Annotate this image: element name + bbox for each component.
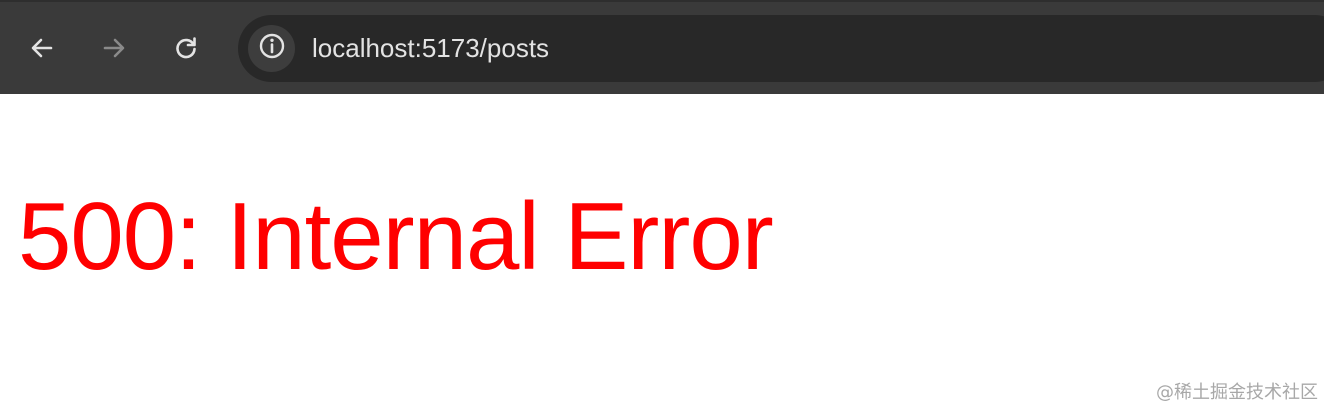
watermark: @稀土掘金技术社区 [1156,382,1318,403]
url-text[interactable]: localhost:5173/posts [312,32,549,64]
info-circle-icon [258,32,286,65]
back-button[interactable] [18,24,66,72]
back-arrow-icon [29,35,55,61]
reload-button[interactable] [162,24,210,72]
error-heading: 500: Internal Error [18,183,774,290]
page-content: 500: Internal Error @稀土掘金技术社区 [0,94,1324,410]
forward-arrow-icon [101,35,127,61]
reload-icon [173,35,199,61]
forward-button[interactable] [90,24,138,72]
site-info-button[interactable] [248,25,295,72]
browser-toolbar: localhost:5173/posts [0,0,1324,94]
address-bar[interactable]: localhost:5173/posts [238,15,1324,82]
